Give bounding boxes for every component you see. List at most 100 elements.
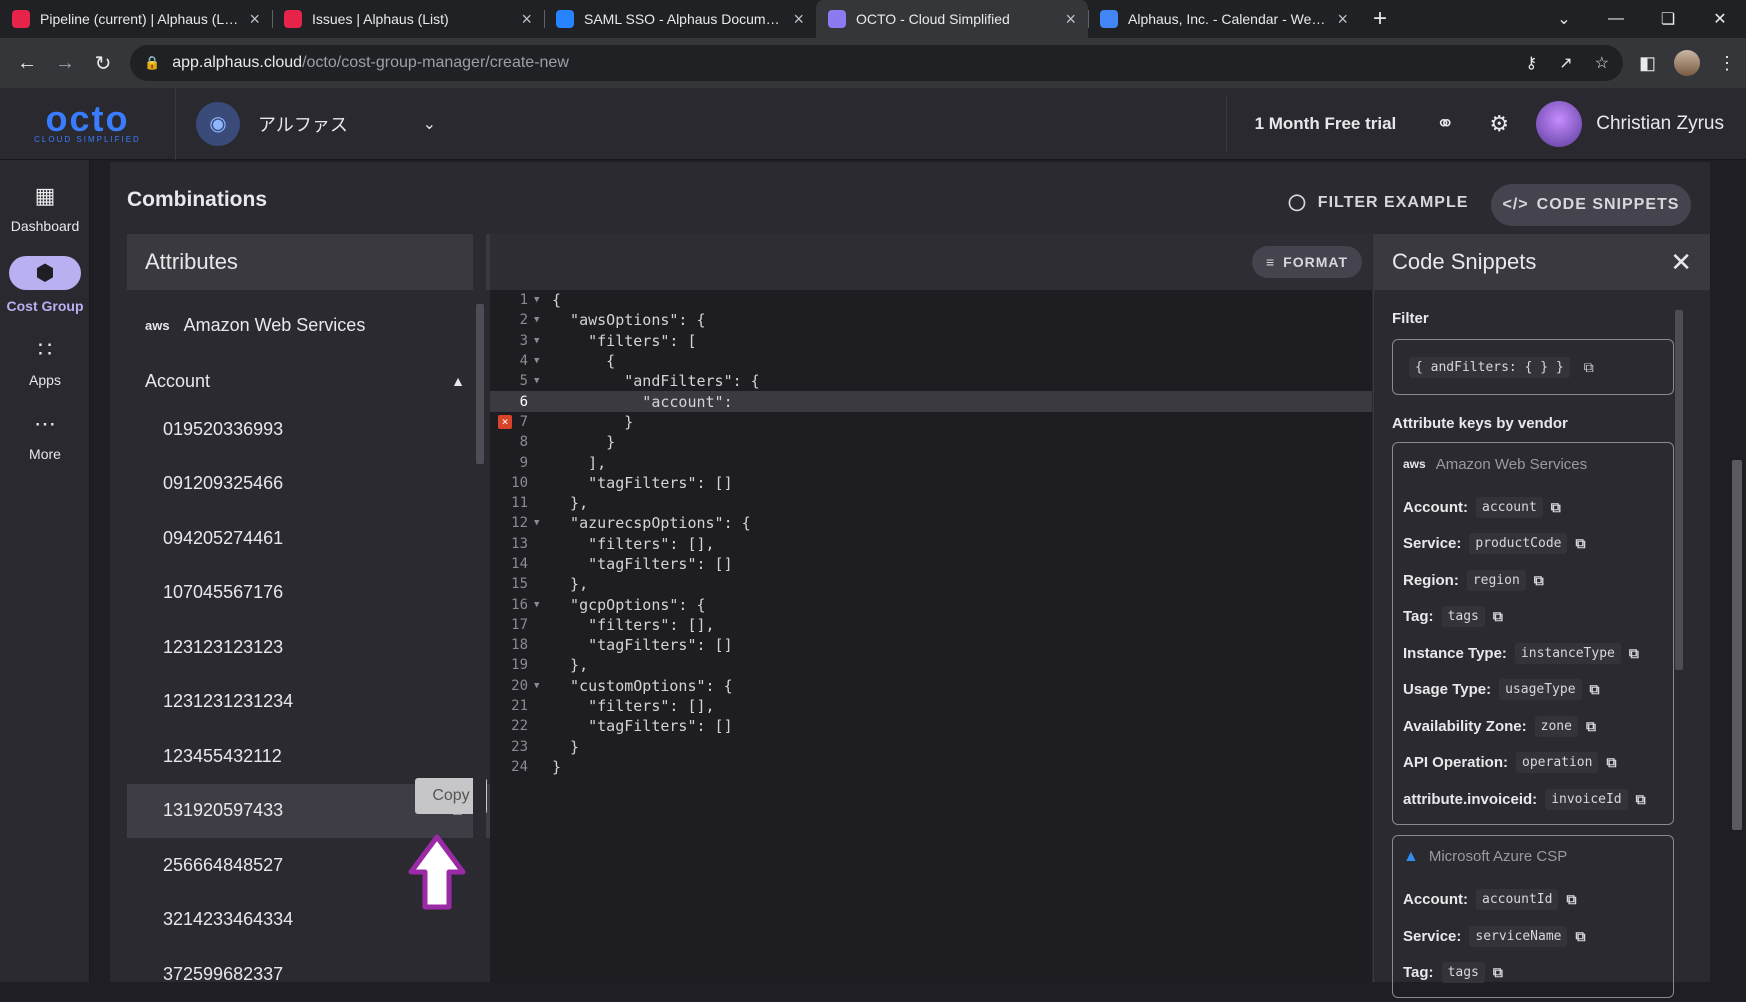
code-line[interactable]: 22 "tagFilters": [] (490, 716, 1372, 736)
minimize-button[interactable]: — (1590, 10, 1642, 28)
close-icon[interactable]: ✕ (1670, 247, 1692, 278)
snippets-scrollbar[interactable] (1673, 290, 1685, 982)
filter-example-button[interactable]: ◯ FILTER EXAMPLE (1288, 192, 1468, 212)
help-chat-icon[interactable]: ⚭ (1418, 111, 1472, 137)
code-line[interactable]: 10 "tagFilters": [] (490, 473, 1372, 493)
gear-icon[interactable]: ⚙ (1472, 111, 1526, 137)
account-item[interactable]: 372599682337 (127, 947, 490, 1002)
code-line[interactable]: 24} (490, 757, 1372, 777)
code-line[interactable]: 8 } (490, 432, 1372, 452)
nav-dashboard[interactable]: ▦ Dashboard (0, 182, 90, 234)
code-line[interactable]: 19 }, (490, 655, 1372, 675)
code-line[interactable]: 9 ], (490, 452, 1372, 472)
fold-arrow-icon[interactable]: ▼ (534, 600, 546, 610)
code-line[interactable]: 5 ▼ "andFilters": { (490, 371, 1372, 391)
account-item[interactable]: 091209325466 (127, 457, 490, 512)
code-area[interactable]: 1 ▼ {2 ▼ "awsOptions": {3 ▼ "filters": [4 ▼ {… (490, 290, 1372, 777)
account-item[interactable]: 123455432112 (127, 729, 490, 784)
code-line[interactable]: 1 ▼ { (490, 290, 1372, 310)
browser-tab[interactable]: Issues | Alphaus (List) × (272, 0, 544, 38)
fold-arrow-icon[interactable]: ▼ (534, 356, 546, 366)
code-line[interactable]: 21 "filters": [], (490, 696, 1372, 716)
code-line[interactable]: 20 ▼ "customOptions": { (490, 676, 1372, 696)
nav-apps[interactable]: ∷ Apps (0, 336, 90, 388)
error-marker-icon[interactable]: × (498, 414, 512, 429)
code-line[interactable]: 17 "filters": [], (490, 615, 1372, 635)
tab-close-icon[interactable]: × (1065, 9, 1076, 30)
code-line[interactable]: 14 "tagFilters": [] (490, 554, 1372, 574)
copy-icon[interactable]: ⧉ (1534, 572, 1544, 589)
attributes-scrollbar[interactable] (473, 234, 486, 982)
fold-arrow-icon[interactable]: ▼ (534, 336, 546, 346)
tab-close-icon[interactable]: × (521, 9, 532, 30)
code-line[interactable]: 16 ▼ "gcpOptions": { (490, 594, 1372, 614)
tab-close-icon[interactable]: × (793, 9, 804, 30)
code-snippets-button[interactable]: </> CODE SNIPPETS (1491, 184, 1691, 226)
code-line[interactable]: 23 } (490, 737, 1372, 757)
copy-icon[interactable]: ⧉ (1566, 891, 1576, 908)
code-line[interactable]: 15 }, (490, 574, 1372, 594)
bookmark-star-icon[interactable]: ☆ (1595, 53, 1609, 73)
profile-avatar[interactable] (1674, 50, 1700, 76)
account-item[interactable]: 107045567176 (127, 566, 490, 621)
fold-arrow-icon[interactable]: ▼ (534, 315, 546, 325)
tab-close-icon[interactable]: × (1337, 9, 1348, 30)
free-trial-label[interactable]: 1 Month Free trial (1225, 95, 1419, 152)
json-editor[interactable]: ≡ FORMAT 1 ▼ {2 ▼ "awsOptions": {3 ▼ "filter… (490, 234, 1372, 982)
fold-arrow-icon[interactable]: ▼ (534, 295, 546, 305)
code-line[interactable]: × 7 } (490, 412, 1372, 432)
account-item[interactable]: 094205274461 (127, 511, 490, 566)
user-menu[interactable]: Christian Zyrus (1526, 100, 1746, 147)
forward-icon[interactable]: → (48, 46, 82, 80)
copy-icon[interactable]: ⧉ (1493, 964, 1503, 981)
org-selector[interactable]: ◉ アルファス ⌄ (176, 101, 436, 146)
browser-tab[interactable]: Pipeline (current) | Alphaus (List) × (0, 0, 272, 38)
back-icon[interactable]: ← (10, 46, 44, 80)
browser-tab[interactable]: Alphaus, Inc. - Calendar - Week o × (1088, 0, 1360, 38)
tab-search-icon[interactable]: ⌄ (1538, 9, 1590, 29)
account-item[interactable]: 1231231231234 (127, 675, 490, 730)
copy-icon[interactable]: ⧉ (1590, 681, 1600, 698)
new-tab-button[interactable]: + (1360, 0, 1400, 38)
code-line[interactable]: 2 ▼ "awsOptions": { (490, 310, 1372, 330)
browser-tab[interactable]: SAML SSO - Alphaus Documenta × (544, 0, 816, 38)
fold-arrow-icon[interactable]: ▼ (534, 518, 546, 528)
vendor-aws[interactable]: aws Amazon Web Services (127, 290, 490, 360)
account-group-header[interactable]: Account ▲ (127, 360, 490, 402)
copy-icon[interactable]: ⧉ (1586, 718, 1596, 735)
fold-arrow-icon[interactable]: ▼ (534, 681, 546, 691)
account-item[interactable]: 131920597433⧉Copy (127, 777, 490, 838)
code-line[interactable]: 18 "tagFilters": [] (490, 635, 1372, 655)
chevron-down-icon[interactable]: ⌄ (423, 114, 436, 134)
reload-icon[interactable]: ↻ (86, 46, 120, 80)
chevron-up-icon[interactable]: ▲ (451, 373, 465, 389)
tab-close-icon[interactable]: × (249, 9, 260, 30)
account-item[interactable]: 123123123123 (127, 620, 490, 675)
copy-icon[interactable]: ⧉ (1629, 645, 1639, 662)
sidepanel-icon[interactable]: ◧ (1639, 53, 1656, 74)
copy-icon[interactable]: ⧉ (1551, 499, 1561, 516)
copy-icon[interactable]: ⧉ (1584, 359, 1594, 376)
code-line[interactable]: 6 "account": (490, 391, 1372, 412)
browser-menu-icon[interactable]: ⋮ (1718, 53, 1736, 74)
close-window-button[interactable]: ✕ (1694, 9, 1746, 29)
copy-icon[interactable]: ⧉ (1636, 791, 1646, 808)
code-line[interactable]: 12 ▼ "azurecspOptions": { (490, 513, 1372, 533)
copy-icon[interactable]: ⧉ (1575, 928, 1585, 945)
nav-more[interactable]: ⋯ More (0, 410, 90, 462)
maximize-button[interactable]: ❏ (1642, 9, 1694, 29)
account-item[interactable]: 019520336993 (127, 402, 490, 457)
copy-icon[interactable]: ⧉ (1606, 754, 1616, 771)
share-icon[interactable]: ↗ (1559, 53, 1572, 73)
url-input[interactable]: 🔒 app.alphaus.cloud/octo/cost-group-mana… (130, 45, 1623, 81)
copy-icon[interactable]: ⧉ (1493, 608, 1503, 625)
code-line[interactable]: 4 ▼ { (490, 351, 1372, 371)
code-line[interactable]: 3 ▼ "filters": [ (490, 331, 1372, 351)
code-line[interactable]: 11 }, (490, 493, 1372, 513)
browser-tab[interactable]: OCTO - Cloud Simplified × (816, 0, 1088, 38)
page-scrollbar[interactable] (1728, 160, 1746, 982)
format-button[interactable]: ≡ FORMAT (1252, 246, 1362, 278)
copy-icon[interactable]: ⧉ (1575, 535, 1585, 552)
code-line[interactable]: 13 "filters": [], (490, 534, 1372, 554)
nav-cost-group[interactable]: ⬢ Cost Group (0, 256, 90, 314)
